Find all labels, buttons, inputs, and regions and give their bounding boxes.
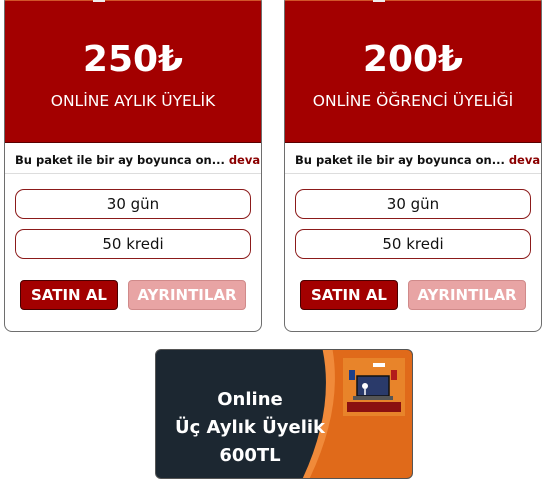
buy-button[interactable]: SATIN AL: [20, 280, 118, 310]
divider: [5, 173, 261, 174]
card-header: 200₺ ONLİNE ÖĞRENCİ ÜYELİĞİ: [285, 0, 541, 143]
details-button[interactable]: AYRINTILAR: [408, 280, 526, 310]
card-header-strip: [5, 0, 261, 2]
promo-line-3: 600TL: [219, 445, 281, 466]
details-button[interactable]: AYRINTILAR: [128, 280, 246, 310]
duration-badge: 30 gün: [15, 189, 251, 219]
package-price: 200₺: [362, 39, 464, 80]
package-price: 250₺: [82, 39, 184, 80]
package-description: Bu paket ile bir ay boyunca on... devamı…: [295, 153, 541, 167]
read-more-link[interactable]: devamı...: [509, 153, 541, 167]
credits-badge: 50 kredi: [295, 229, 531, 259]
divider: [285, 173, 541, 174]
online-class-illustration: [343, 358, 405, 416]
read-more-link[interactable]: devamı...: [229, 153, 261, 167]
buy-button[interactable]: SATIN AL: [300, 280, 398, 310]
card-header-strip: [285, 0, 541, 2]
promo-line-1: Online: [217, 389, 283, 410]
duration-badge: 30 gün: [295, 189, 531, 219]
promo-banner-quarterly[interactable]: Online Üç Aylık Üyelik 600TL: [155, 349, 413, 479]
package-card-monthly: 250₺ ONLİNE AYLIK ÜYELİK Bu paket ile bi…: [4, 0, 262, 332]
package-card-student: 200₺ ONLİNE ÖĞRENCİ ÜYELİĞİ Bu paket ile…: [284, 0, 542, 332]
package-name: ONLİNE AYLIK ÜYELİK: [50, 92, 216, 110]
card-header: 250₺ ONLİNE AYLIK ÜYELİK: [5, 0, 261, 143]
promo-text: Online Üç Aylık Üyelik 600TL: [156, 386, 344, 470]
credits-badge: 50 kredi: [15, 229, 251, 259]
decorative-dot: [93, 0, 105, 2]
package-description: Bu paket ile bir ay boyunca on... devamı…: [15, 153, 261, 167]
decorative-dot: [373, 0, 385, 2]
promo-line-2: Üç Aylık Üyelik: [174, 417, 326, 438]
package-name: ONLİNE ÖĞRENCİ ÜYELİĞİ: [312, 92, 514, 110]
